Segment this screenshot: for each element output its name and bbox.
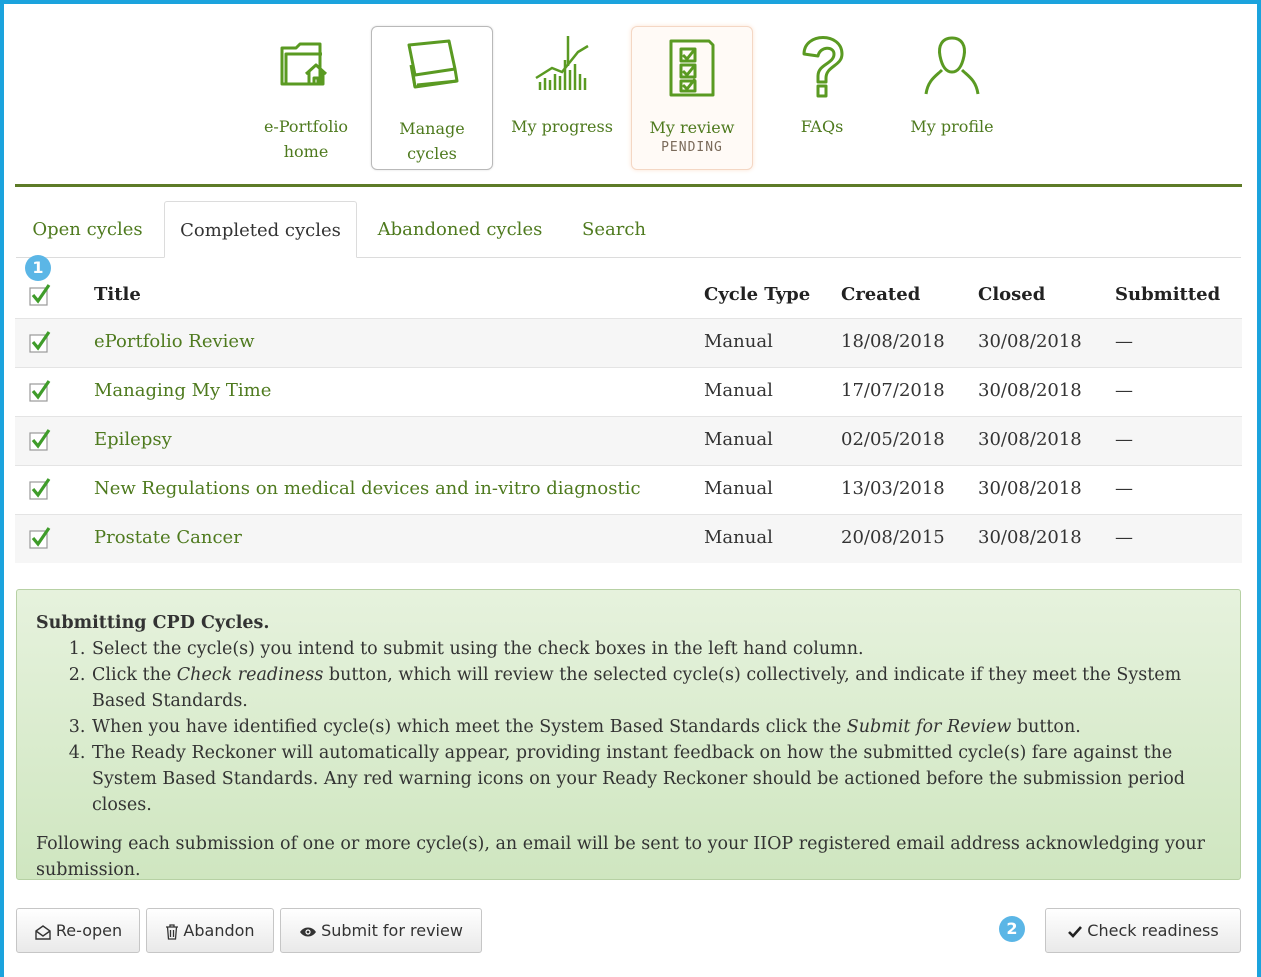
nav-divider bbox=[15, 184, 1242, 187]
table-row: New Regulations on medical devices and i… bbox=[15, 465, 1242, 514]
info-step-1: Select the cycle(s) you intend to submit… bbox=[91, 636, 1222, 662]
tab-open-cycles[interactable]: Open cycles bbox=[16, 201, 159, 257]
info-footer: Following each submission of one or more… bbox=[36, 834, 1206, 880]
submitted-value: — bbox=[1115, 331, 1133, 352]
nav-my-progress[interactable]: My progress bbox=[501, 26, 623, 170]
nav-my-profile[interactable]: My profile bbox=[891, 26, 1013, 170]
tab-completed-cycles[interactable]: Completed cycles bbox=[164, 201, 357, 258]
closed-date: 30/08/2018 bbox=[978, 527, 1082, 548]
header-closed[interactable]: Closed bbox=[978, 272, 1045, 318]
nav-label: My progress bbox=[511, 117, 613, 136]
cycle-type: Manual bbox=[704, 331, 773, 352]
profile-icon bbox=[924, 36, 980, 95]
nav-eportfolio-home[interactable]: e-Portfolio home bbox=[245, 26, 367, 170]
abandon-button[interactable]: Abandon bbox=[146, 908, 274, 953]
created-date: 17/07/2018 bbox=[841, 380, 945, 401]
reopen-button[interactable]: Re-open bbox=[16, 908, 140, 953]
nav-label: e-Portfolio home bbox=[263, 117, 349, 161]
cycles-table: Title Cycle Type Created Closed Submitte… bbox=[15, 272, 1242, 563]
created-date: 18/08/2018 bbox=[841, 331, 945, 352]
info-heading: Submitting CPD Cycles. bbox=[36, 613, 270, 633]
created-date: 13/03/2018 bbox=[841, 478, 945, 499]
table-row: Prostate Cancer Manual 20/08/2015 30/08/… bbox=[15, 514, 1242, 563]
header-submitted[interactable]: Submitted bbox=[1115, 272, 1220, 318]
cycle-type: Manual bbox=[704, 478, 773, 499]
submitted-value: — bbox=[1115, 429, 1133, 450]
checkmark-icon bbox=[1068, 925, 1083, 938]
cycle-title-link[interactable]: Managing My Time bbox=[94, 368, 271, 414]
cycle-title-link[interactable]: New Regulations on medical devices and i… bbox=[94, 466, 641, 512]
nav-review-label: My review bbox=[649, 118, 735, 137]
closed-date: 30/08/2018 bbox=[978, 429, 1082, 450]
cycle-type: Manual bbox=[704, 429, 773, 450]
closed-date: 30/08/2018 bbox=[978, 331, 1082, 352]
submitted-value: — bbox=[1115, 380, 1133, 401]
nav-my-review[interactable]: My review PENDING bbox=[631, 26, 753, 170]
step3-text-end: button. bbox=[1011, 717, 1081, 737]
check-readiness-ref: Check readiness bbox=[176, 665, 324, 685]
nav-manage-cycles[interactable]: Manage cycles bbox=[371, 26, 493, 170]
cycle-title-link[interactable]: Epilepsy bbox=[94, 417, 172, 463]
check-readiness-button[interactable]: Check readiness bbox=[1045, 908, 1241, 953]
row-checkbox[interactable] bbox=[29, 478, 51, 500]
review-checklist-icon bbox=[669, 39, 715, 97]
submission-info-panel: Submitting CPD Cycles. Select the cycle(… bbox=[16, 589, 1241, 880]
select-all-checkbox[interactable] bbox=[29, 284, 51, 306]
tab-abandoned-cycles[interactable]: Abandoned cycles bbox=[365, 201, 555, 257]
closed-date: 30/08/2018 bbox=[978, 380, 1082, 401]
row-checkbox[interactable] bbox=[29, 527, 51, 549]
table-row: Managing My Time Manual 17/07/2018 30/08… bbox=[15, 367, 1242, 416]
header-created[interactable]: Created bbox=[841, 272, 920, 318]
submit-label: Submit for review bbox=[321, 921, 463, 940]
step3-text: When you have identified cycle(s) which … bbox=[92, 717, 847, 737]
row-checkbox[interactable] bbox=[29, 331, 51, 353]
info-steps: Select the cycle(s) you intend to submit… bbox=[36, 636, 1222, 818]
trash-icon bbox=[166, 923, 179, 940]
eye-icon bbox=[300, 927, 317, 936]
cycle-type: Manual bbox=[704, 380, 773, 401]
submitted-value: — bbox=[1115, 527, 1133, 548]
submit-review-ref: Submit for Review bbox=[846, 717, 1012, 737]
created-date: 20/08/2015 bbox=[841, 527, 945, 548]
header-title[interactable]: Title bbox=[94, 272, 141, 318]
nav-label: Manage cycles bbox=[399, 119, 465, 163]
closed-date: 30/08/2018 bbox=[978, 478, 1082, 499]
nav-label: FAQs bbox=[800, 117, 844, 136]
table-header-row: Title Cycle Type Created Closed Submitte… bbox=[15, 272, 1242, 318]
portfolio-home-icon bbox=[280, 42, 328, 86]
abandon-label: Abandon bbox=[183, 921, 255, 940]
help-badge-2: 2 bbox=[999, 916, 1025, 942]
check-readiness-label: Check readiness bbox=[1087, 921, 1219, 940]
reopen-label: Re-open bbox=[55, 921, 123, 940]
row-checkbox[interactable] bbox=[29, 380, 51, 402]
header-cycle-type[interactable]: Cycle Type bbox=[704, 272, 810, 318]
tab-search[interactable]: Search bbox=[568, 201, 660, 257]
cycle-type: Manual bbox=[704, 527, 773, 548]
envelope-open-icon bbox=[35, 924, 51, 940]
table-row: Epilepsy Manual 02/05/2018 30/08/2018 — bbox=[15, 416, 1242, 465]
submitted-value: — bbox=[1115, 478, 1133, 499]
info-step-2: Click the Check readiness button, which … bbox=[91, 662, 1222, 714]
submit-for-review-button[interactable]: Submit for review bbox=[280, 908, 482, 953]
cycle-tabs: Open cycles Completed cycles Abandoned c… bbox=[16, 201, 1241, 258]
question-icon bbox=[802, 36, 844, 98]
table-row: ePortfolio Review Manual 18/08/2018 30/0… bbox=[15, 318, 1242, 367]
cycle-title-link[interactable]: ePortfolio Review bbox=[94, 319, 254, 365]
progress-chart-icon bbox=[535, 36, 589, 90]
nav-label: My profile bbox=[910, 117, 994, 136]
manage-cycles-icon bbox=[407, 39, 459, 89]
row-checkbox[interactable] bbox=[29, 429, 51, 451]
nav-faqs[interactable]: FAQs bbox=[761, 26, 883, 170]
nav-label: My review PENDING bbox=[632, 115, 752, 156]
info-step-4: The Ready Reckoner will automatically ap… bbox=[91, 740, 1222, 818]
info-step-3: When you have identified cycle(s) which … bbox=[91, 714, 1222, 740]
step2-text: Click the bbox=[92, 665, 177, 685]
created-date: 02/05/2018 bbox=[841, 429, 945, 450]
cycle-title-link[interactable]: Prostate Cancer bbox=[94, 515, 242, 561]
pending-status: PENDING bbox=[661, 140, 723, 155]
